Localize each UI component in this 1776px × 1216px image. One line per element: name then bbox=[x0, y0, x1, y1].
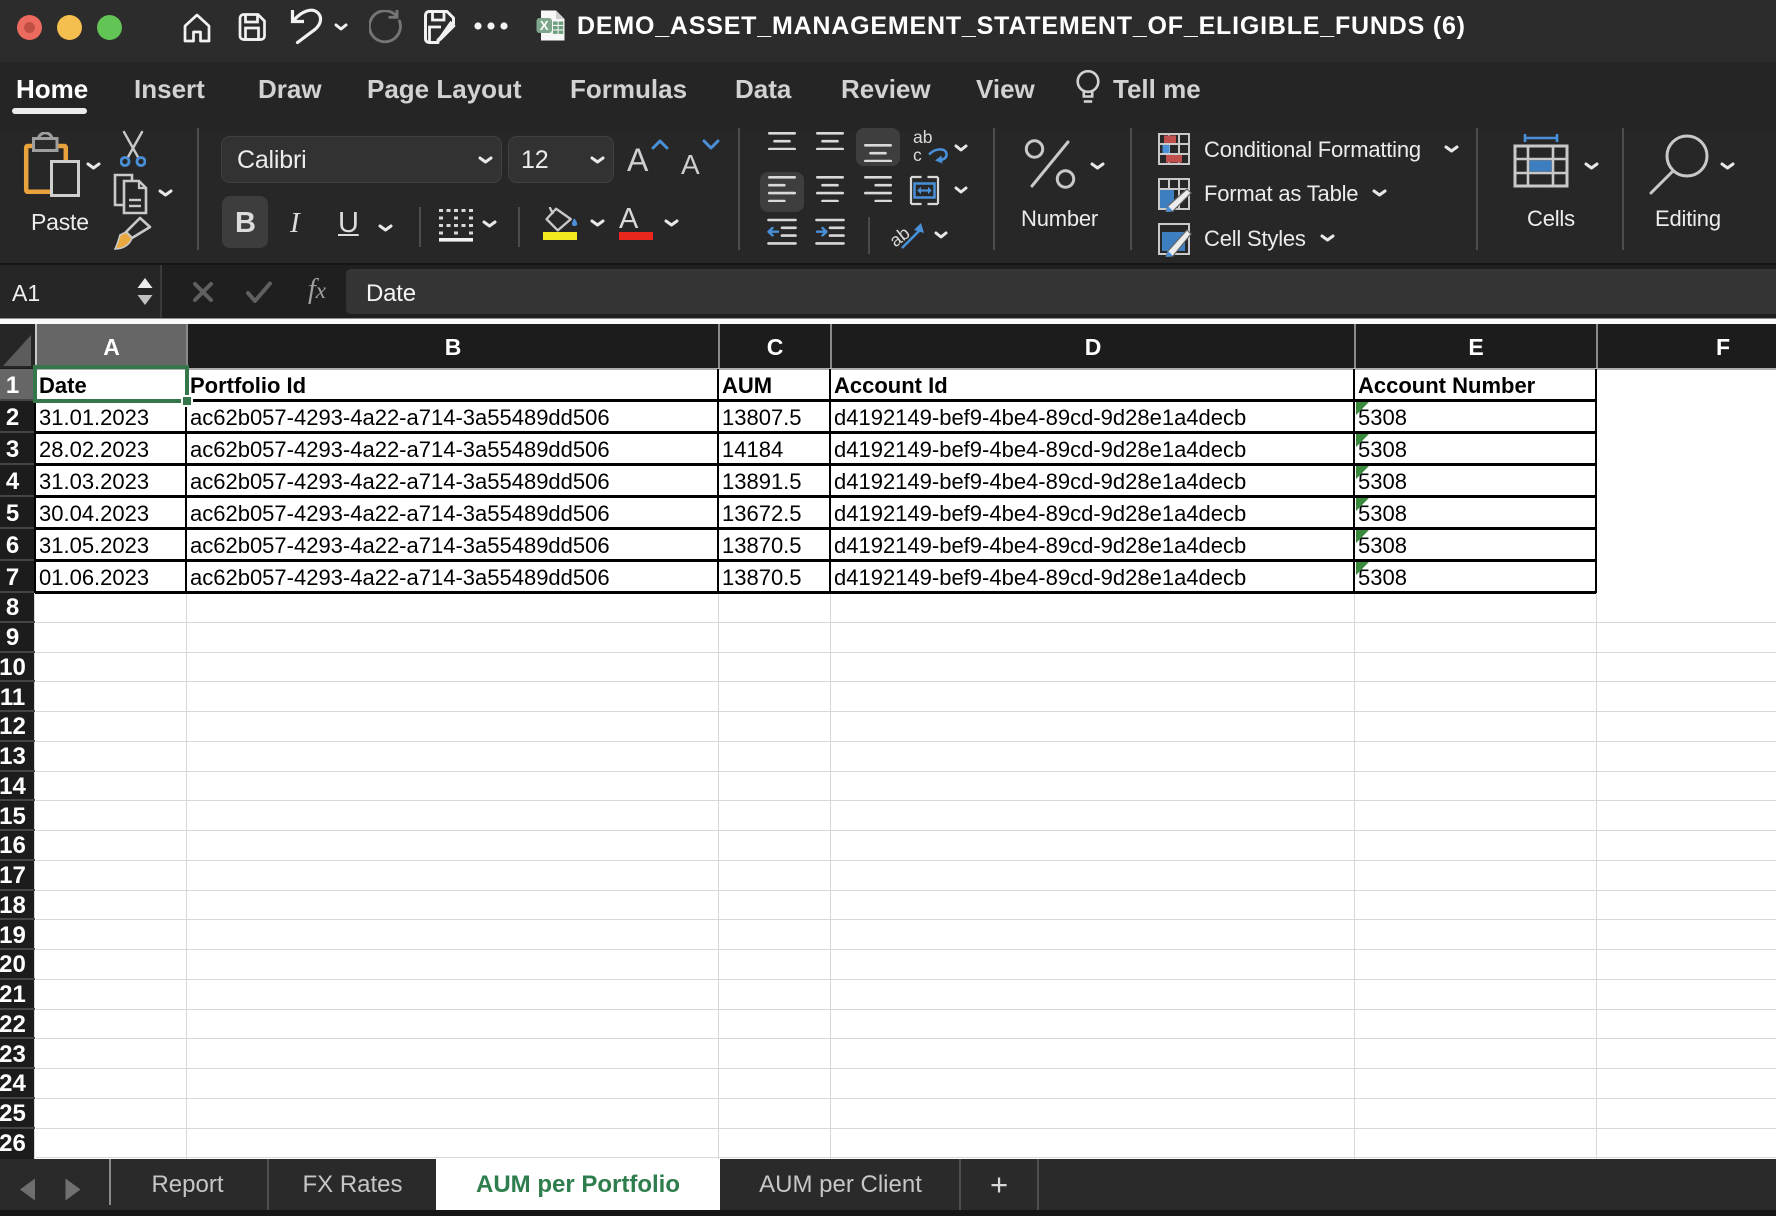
svg-text:c: c bbox=[913, 145, 922, 165]
svg-text:X: X bbox=[540, 18, 549, 33]
